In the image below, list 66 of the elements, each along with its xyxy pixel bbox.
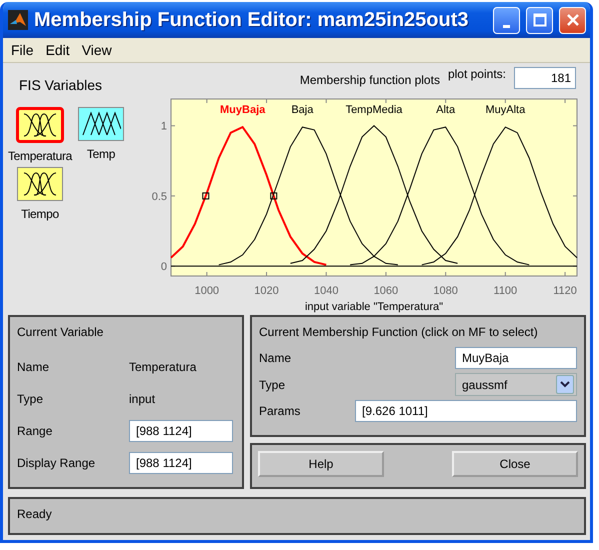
membership-curve[interactable] [218,126,398,266]
minimize-button[interactable] [493,6,520,34]
field-label: Display Range [17,456,96,470]
maximize-icon [532,13,546,27]
status-text: Ready [17,507,52,521]
field-label: Params [259,404,300,418]
field-value: Temperatura [129,360,198,374]
y-tick-label: 1 [160,120,167,133]
membership-curve[interactable] [350,126,530,266]
x-tick-label: 1100 [494,285,518,297]
section-title: FIS Variables [19,77,103,93]
app-logo-icon [8,10,28,30]
curve-label[interactable]: TempMedia [346,104,402,116]
window-title: Membership Function Editor: mam25in25out3 [34,8,470,32]
x-tick-label: 1040 [314,285,338,297]
variable-label: Temp [86,147,116,161]
membership-curve[interactable] [290,125,458,264]
plot-points-field[interactable]: 181 [514,67,576,89]
x-axis-label: input variable "Temperatura" [304,301,444,313]
dialog-button[interactable]: Help [258,450,384,476]
variable-tile[interactable] [16,107,64,143]
close-button[interactable] [559,6,586,34]
dialog-button[interactable]: Close [452,450,578,476]
close-icon [566,13,580,27]
menu-item[interactable]: Edit [42,40,74,60]
panel-title: Current Variable [17,325,104,339]
x-tick-label: 1020 [254,285,279,297]
input-field[interactable]: [988 1124] [129,452,233,474]
minimize-icon [503,24,510,28]
plot-title: Membership function plots [300,73,440,87]
menu-item[interactable]: File [7,40,38,60]
curve-point-marker[interactable] [270,192,278,200]
membership-curve[interactable] [421,126,578,266]
panel-title: Current Membership Function (click on MF to select) [259,325,539,339]
curve-label[interactable]: Alta [436,104,456,116]
bell-curves-icon [22,112,58,138]
field-label: Name [17,360,50,374]
y-tick-label: 0 [160,261,167,274]
field-value: input [129,392,156,406]
maximize-button[interactable] [526,6,553,34]
variable-tile[interactable] [17,167,63,201]
curve-label[interactable]: Baja [291,104,314,116]
curve-label[interactable]: MuyBaja [220,104,266,116]
triangle-curves-icon [81,111,121,137]
type-dropdown[interactable]: gaussmf [455,373,577,396]
variable-label: Tiempo [21,207,59,221]
field-label: Name [259,351,292,365]
caret-icon [556,375,574,394]
input-field[interactable]: MuyBaja [455,347,577,369]
variable-tile[interactable] [78,107,124,141]
input-field[interactable]: [9.626 1011] [355,400,577,422]
x-tick-label: 1120 [553,285,577,297]
menu-item[interactable]: View [78,40,116,60]
plot-points-label: plot points: [448,67,506,81]
x-tick-label: 1080 [433,285,458,297]
bell-curves-icon [22,171,58,197]
x-tick-label: 1000 [194,285,220,297]
input-field[interactable]: [988 1124] [129,420,233,442]
field-label: Type [17,392,44,406]
curve-label[interactable]: MuyAlta [485,104,526,116]
field-label: Range [17,424,54,438]
field-label: Type [259,378,286,392]
y-tick-label: 0.5 [152,190,167,203]
variable-label: Temperatura [8,149,72,163]
curve-point-marker[interactable] [202,192,210,200]
x-tick-label: 1060 [374,285,398,297]
